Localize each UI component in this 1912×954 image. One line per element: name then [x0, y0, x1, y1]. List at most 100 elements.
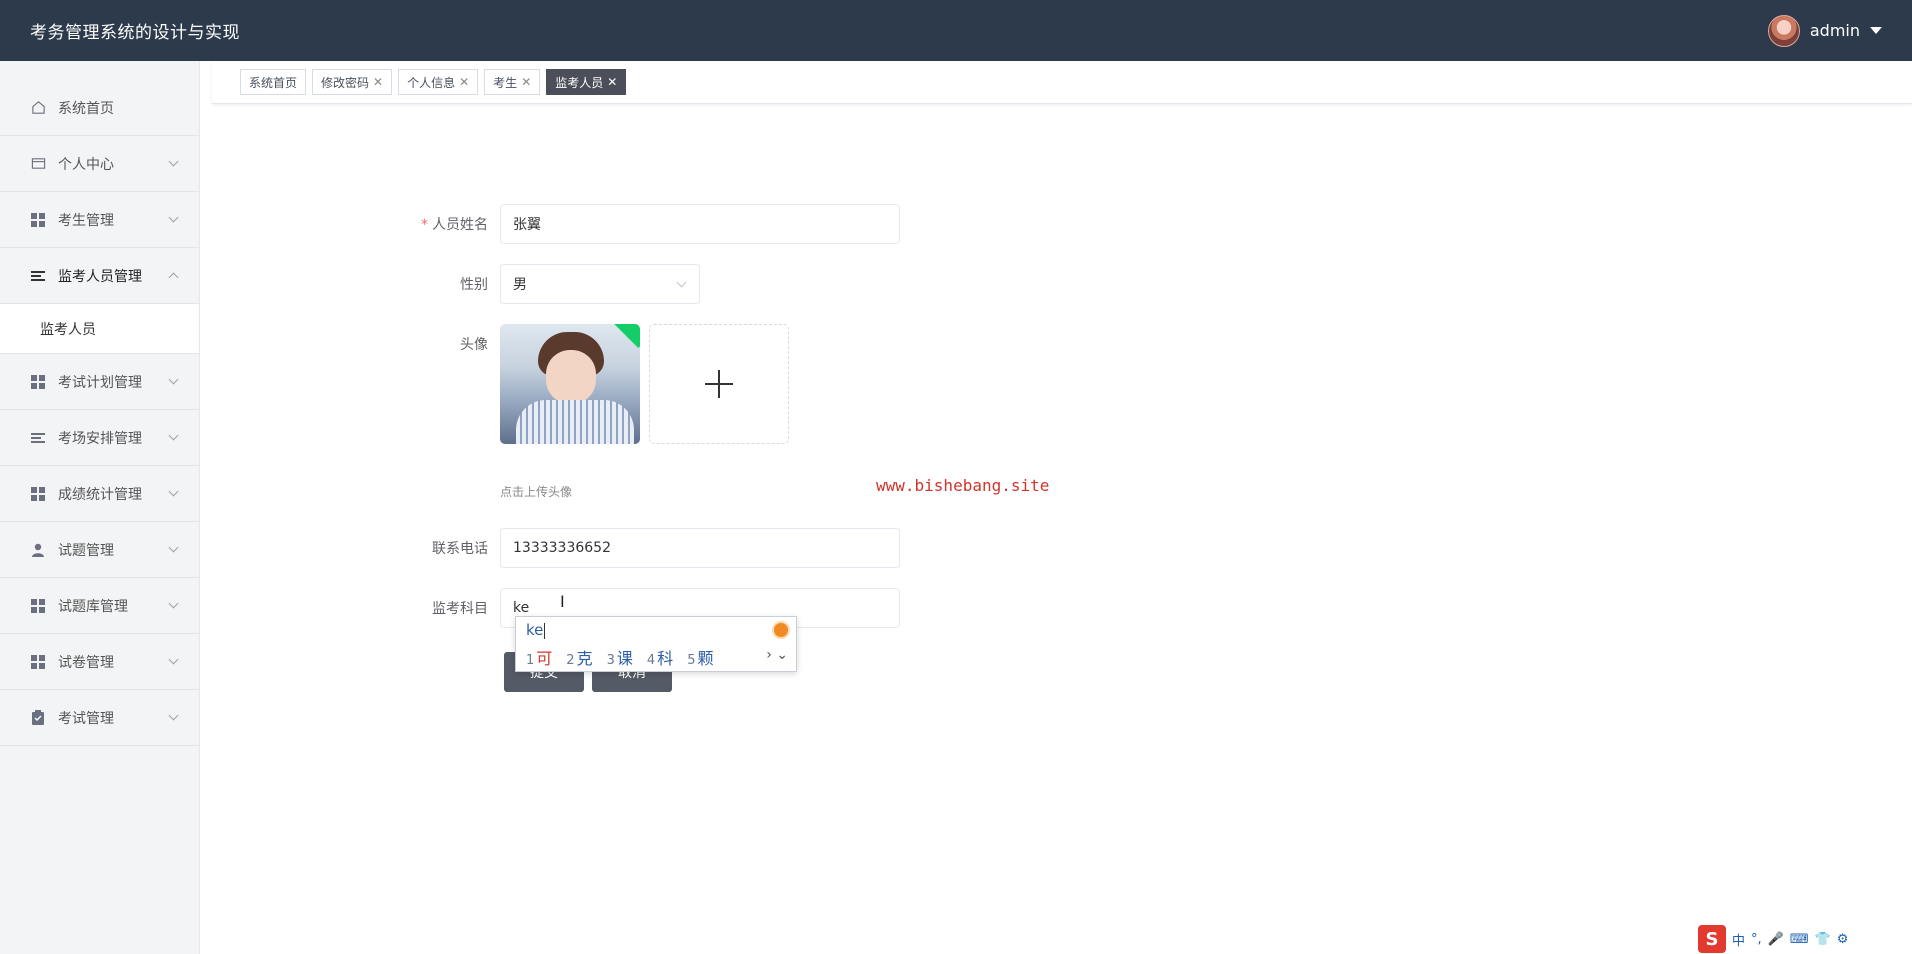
required-mark: *: [421, 217, 428, 233]
user-menu[interactable]: admin: [1767, 14, 1882, 47]
close-icon[interactable]: ✕: [521, 75, 531, 89]
ime-next-page-icon[interactable]: › ⌄: [766, 647, 788, 663]
tab-invigilator[interactable]: 监考人员 ✕: [546, 69, 627, 95]
form-row-phone: 联系电话 13333336652: [410, 528, 900, 568]
tab-examinee[interactable]: 考生 ✕: [484, 69, 541, 95]
sidebar-item-examinee-management[interactable]: 考生管理: [0, 192, 199, 248]
microphone-icon[interactable]: 🎤: [1768, 932, 1784, 947]
plus-icon: [705, 370, 733, 398]
close-icon[interactable]: ✕: [607, 75, 617, 89]
sidebar: 系统首页 个人中心 考生管理 监考人员管理 监考人员 考试计划管理 考场安排管理…: [0, 61, 200, 954]
sidebar-subitem-invigilator[interactable]: 监考人员: [0, 304, 199, 354]
uploaded-avatar-image[interactable]: [500, 324, 640, 444]
ime-candidate[interactable]: 2克: [566, 645, 592, 669]
chevron-down-icon: [168, 374, 179, 385]
sidebar-item-score-statistics[interactable]: 成绩统计管理: [0, 466, 199, 522]
sidebar-item-invigilator-management[interactable]: 监考人员管理: [0, 248, 199, 304]
form-row-avatar: 头像: [410, 334, 500, 354]
gender-value: 男: [513, 277, 527, 293]
chevron-down-icon: [168, 598, 179, 609]
sogou-icon[interactable]: S: [1698, 925, 1726, 953]
tags-view: 系统首页 修改密码 ✕ 个人信息 ✕ 考生 ✕ 监考人员 ✕: [212, 61, 1912, 104]
grid-icon: [30, 654, 46, 670]
chevron-down-icon: [168, 654, 179, 665]
chevron-down-icon: [168, 212, 179, 223]
toolbox-icon[interactable]: ⚙: [1837, 932, 1849, 947]
chevron-down-icon: [168, 486, 179, 497]
sidebar-item-paper-management[interactable]: 试卷管理: [0, 634, 199, 690]
form-row-name: * 人员姓名 张翼: [410, 204, 900, 244]
candidate-text: 克: [576, 649, 593, 668]
sidebar-item-label: 监考人员管理: [58, 268, 142, 285]
sidebar-item-exam-management[interactable]: 考试管理: [0, 690, 199, 746]
skin-icon[interactable]: 👕: [1815, 932, 1831, 947]
ime-toolbar: S 中 °, 🎤 ⌨ 👕 ⚙: [1694, 924, 1912, 954]
name-label-text: 人员姓名: [432, 217, 488, 233]
name-label: * 人员姓名: [410, 214, 500, 234]
text-cursor-icon: I: [560, 592, 565, 611]
chinese-mode-icon[interactable]: 中: [1732, 930, 1745, 949]
close-icon[interactable]: ✕: [459, 75, 469, 89]
caret-down-icon[interactable]: [1870, 27, 1882, 34]
card-icon: [30, 156, 46, 172]
photo-shirt: [516, 400, 634, 444]
ime-candidate[interactable]: 3课: [607, 645, 633, 669]
chevron-up-icon: [168, 272, 179, 283]
sidebar-item-home[interactable]: 系统首页: [0, 80, 199, 136]
candidate-number: 1: [526, 653, 535, 668]
clipboard-icon: [30, 710, 46, 726]
sidebar-item-question-bank[interactable]: 试题库管理: [0, 578, 199, 634]
candidate-number: 2: [566, 653, 575, 668]
ime-caret: [544, 622, 546, 639]
grid-icon: [30, 374, 46, 390]
candidate-text: 课: [616, 649, 633, 668]
sidebar-item-label: 考场安排管理: [58, 430, 142, 447]
tab-label: 个人信息: [407, 75, 456, 90]
phone-input[interactable]: 13333336652: [500, 528, 900, 568]
upload-success-badge: [609, 324, 640, 349]
sidebar-item-question-management[interactable]: 试题管理: [0, 522, 199, 578]
sidebar-item-label: 考试管理: [58, 710, 114, 727]
ime-candidates: 1可 2克 3课 4科 5颗: [526, 645, 713, 669]
app-title: 考务管理系统的设计与实现: [30, 23, 240, 43]
avatar-upload-button[interactable]: [649, 324, 789, 444]
phone-label: 联系电话: [432, 541, 488, 557]
sidebar-item-label: 试卷管理: [58, 654, 114, 671]
username[interactable]: admin: [1810, 21, 1860, 40]
ime-composition: ke: [526, 621, 546, 639]
sidebar-item-label: 系统首页: [58, 100, 114, 117]
grid-icon: [30, 598, 46, 614]
ime-candidate[interactable]: 5颗: [687, 645, 713, 669]
tab-home[interactable]: 系统首页: [240, 69, 307, 95]
tab-label: 监考人员: [555, 75, 604, 90]
chevron-down-icon: [168, 710, 179, 721]
subject-label: 监考科目: [432, 601, 488, 617]
ime-candidate[interactable]: 4科: [647, 645, 673, 669]
tab-personal-info[interactable]: 个人信息 ✕: [398, 69, 479, 95]
sidebar-item-personal-center[interactable]: 个人中心: [0, 136, 199, 192]
chevron-down-icon: [168, 430, 179, 441]
sidebar-item-exam-plan-management[interactable]: 考试计划管理: [0, 354, 199, 410]
ime-candidate[interactable]: 1可: [526, 645, 552, 669]
name-input[interactable]: 张翼: [500, 204, 900, 244]
sidebar-item-exam-room-arrangement[interactable]: 考场安排管理: [0, 410, 199, 466]
tab-label: 修改密码: [321, 75, 370, 90]
chevron-down-icon: [168, 156, 179, 167]
upload-tip: 点击上传头像: [500, 485, 573, 499]
ime-candidate-popup: ke 1可 2克 3课 4科 5颗 › ⌄: [515, 616, 797, 672]
gender-select[interactable]: 男: [500, 264, 700, 304]
home-icon: [30, 100, 46, 116]
grid-icon: [30, 212, 46, 228]
candidate-text: 可: [536, 649, 553, 668]
candidate-number: 5: [687, 653, 696, 668]
keyboard-icon[interactable]: ⌨: [1790, 932, 1809, 947]
candidate-text: 科: [657, 649, 674, 668]
tab-label: 考生: [493, 75, 518, 90]
candidate-number: 4: [646, 653, 656, 668]
candidate-text: 颗: [697, 649, 714, 668]
user-avatar[interactable]: [1767, 14, 1800, 47]
punctuation-icon[interactable]: °,: [1751, 932, 1762, 947]
tab-change-password[interactable]: 修改密码 ✕: [312, 69, 393, 95]
sidebar-item-label: 考生管理: [58, 212, 114, 229]
close-icon[interactable]: ✕: [373, 75, 383, 89]
